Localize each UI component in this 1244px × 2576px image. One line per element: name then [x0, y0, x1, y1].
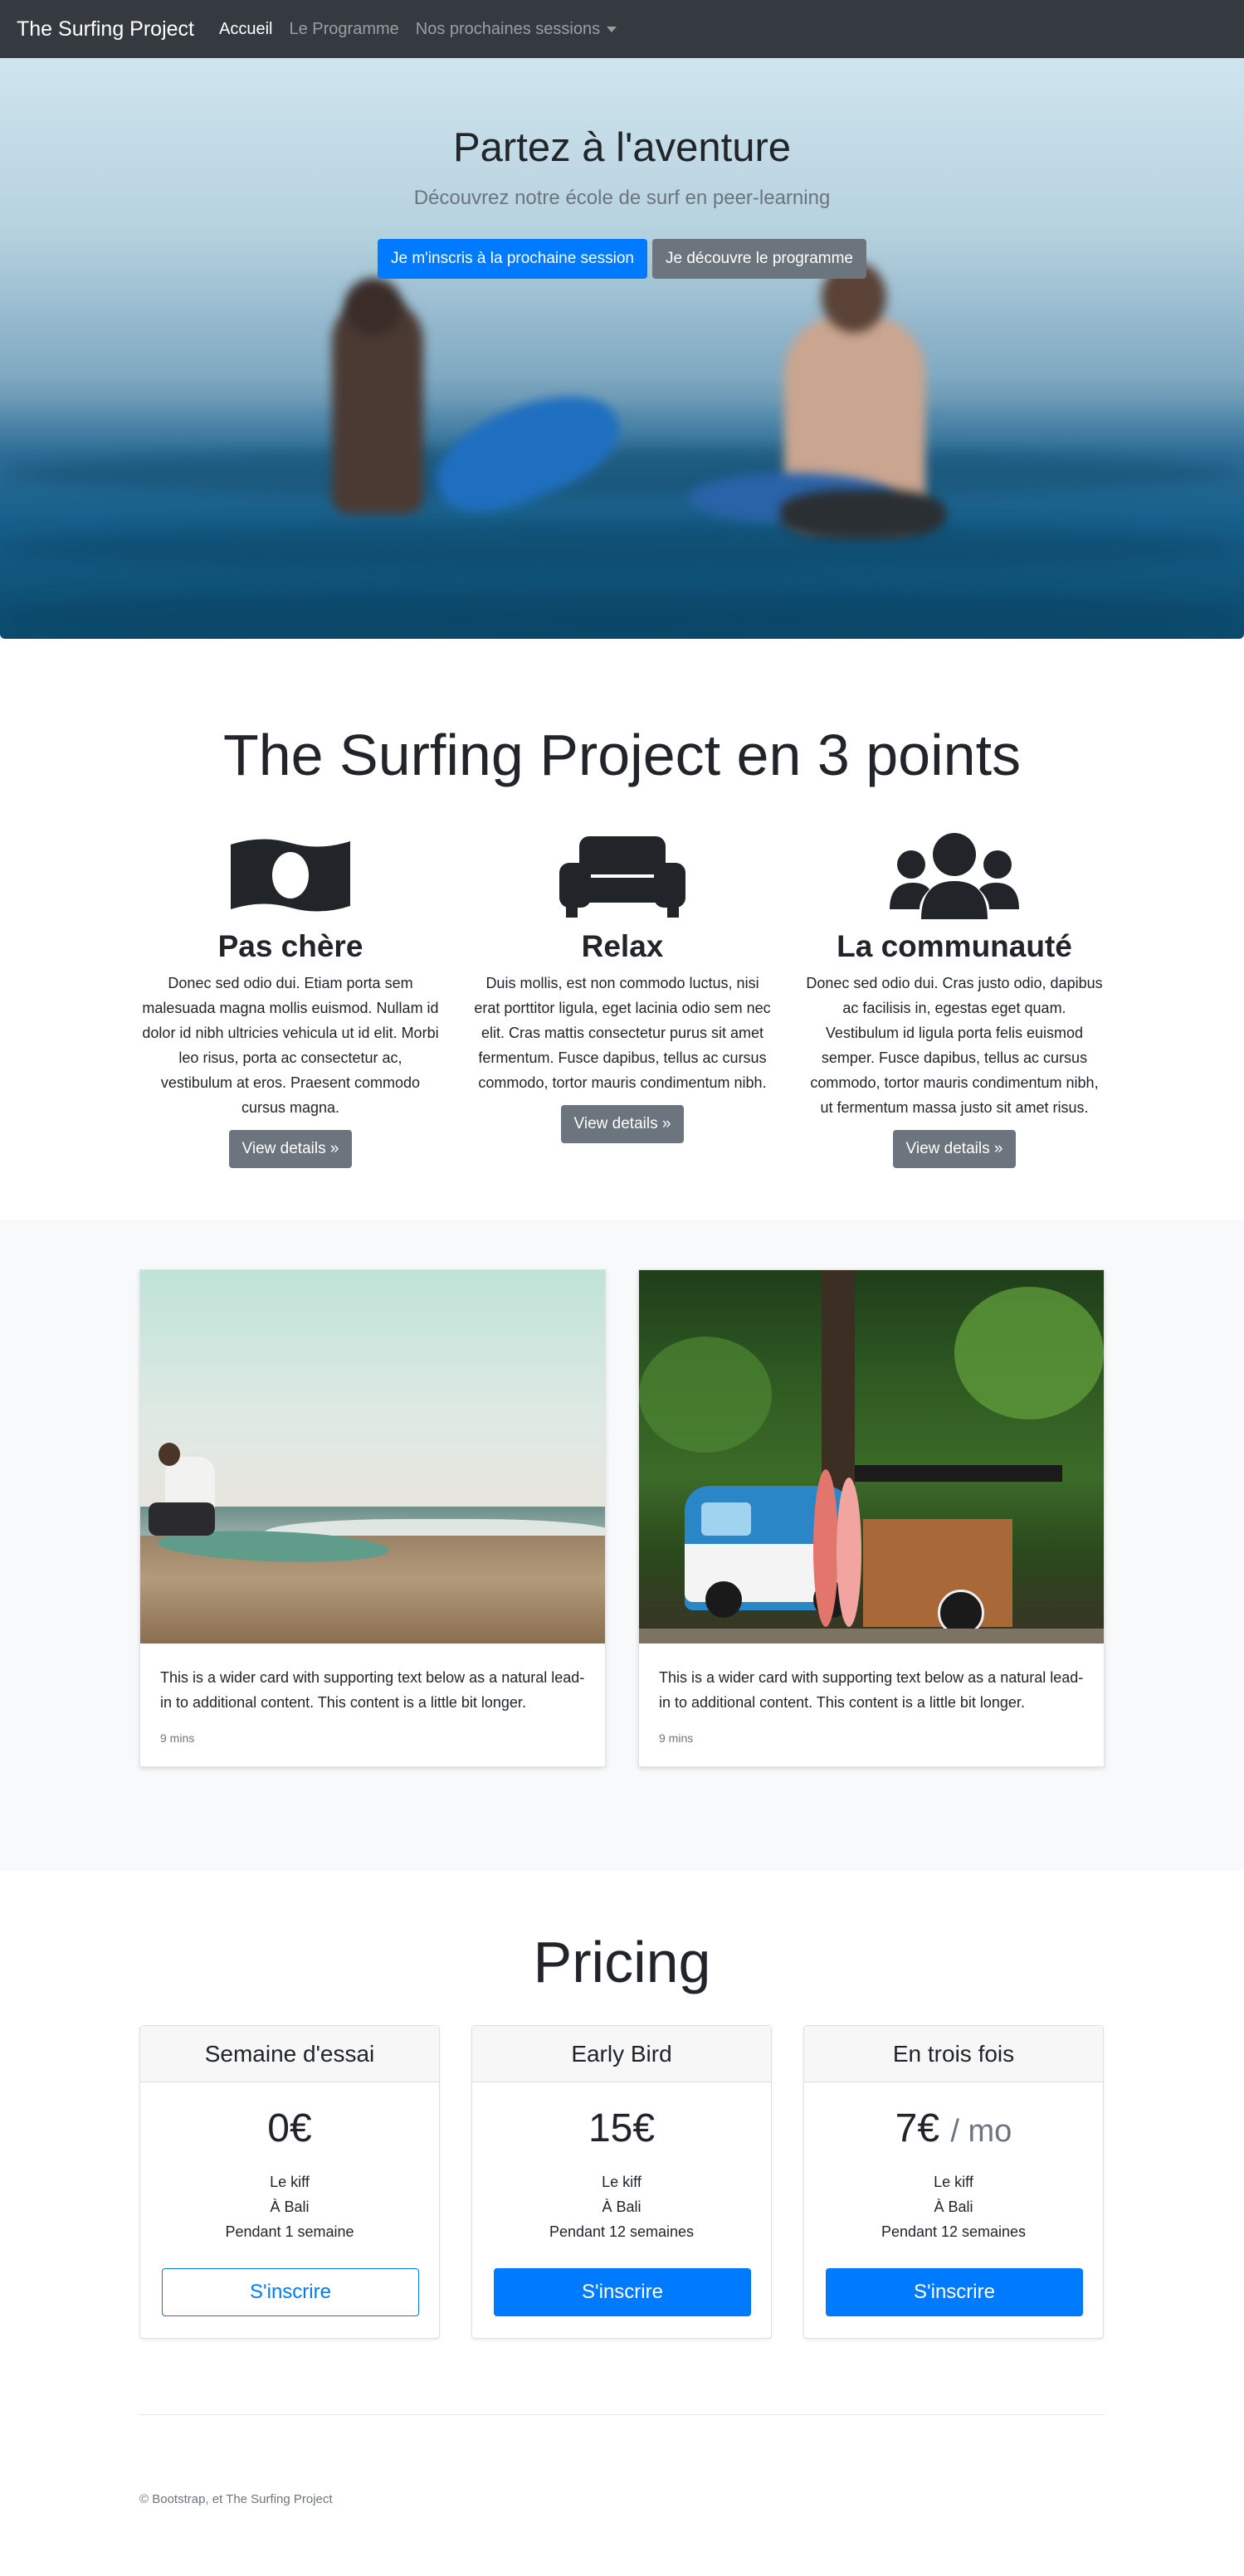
nav-link-accueil[interactable]: Accueil	[219, 20, 272, 39]
plan-price: 0€	[140, 2106, 439, 2151]
plan-name: En trois fois	[804, 2026, 1103, 2082]
card-meta: 9 mins	[659, 1731, 694, 1745]
album-card: This is a wider card with supporting tex…	[638, 1269, 1105, 1767]
signup-button[interactable]: S'inscrire	[826, 2268, 1083, 2316]
plan-price: 7€ / mo	[804, 2106, 1103, 2151]
plan-feature: À Bali	[270, 2199, 310, 2215]
nav-dropdown-sessions[interactable]: Nos prochaines sessions	[416, 20, 617, 39]
feature-text: Duis mollis, est non commodo luctus, nis…	[474, 975, 771, 1091]
album-card: This is a wider card with supporting tex…	[139, 1269, 606, 1767]
signup-next-session-button[interactable]: Je m'inscris à la prochaine session	[378, 239, 647, 279]
plan-period: / mo	[950, 2114, 1012, 2149]
couch-icon	[473, 830, 772, 921]
feature-communaute: La communauté Donec sed odio dui. Cras j…	[805, 830, 1104, 1168]
money-bill-icon	[141, 830, 440, 921]
plan-feature: Pendant 12 semaines	[549, 2223, 695, 2240]
plan-feature: Pendant 1 semaine	[225, 2223, 354, 2240]
surf-van-image	[639, 1270, 1104, 1643]
card-body: This is a wider card with supporting tex…	[639, 1643, 1104, 1766]
hero-wave	[0, 448, 1244, 498]
signup-button[interactable]: S'inscrire	[494, 2268, 751, 2316]
feature-relax: Relax Duis mollis, est non commodo luctu…	[473, 830, 772, 1143]
hero-subtitle: Découvrez notre école de surf en peer-le…	[413, 187, 831, 209]
plan-price-value: 15€	[588, 2106, 656, 2150]
card-body: This is a wider card with supporting tex…	[140, 1643, 605, 1766]
feature-text: Donec sed odio dui. Cras justo odio, dap…	[806, 975, 1103, 1116]
nav-dropdown-label: Nos prochaines sessions	[415, 19, 601, 38]
album-section: This is a wider card with supporting tex…	[0, 1220, 1244, 1871]
beach-surfer-image	[140, 1270, 605, 1643]
hero-surfer-left-head	[344, 278, 402, 336]
hero-horizon	[0, 386, 1244, 411]
plan-price-value: 7€	[895, 2106, 940, 2150]
plan-name: Early Bird	[472, 2026, 771, 2082]
features-title: The Surfing Project en 3 points	[222, 723, 1022, 787]
hero-wave	[0, 589, 1244, 639]
pricing-card-trois-fois: En trois fois 7€ / mo Le kiff À Bali Pen…	[803, 2025, 1104, 2339]
card-text: This is a wider card with supporting tex…	[160, 1669, 585, 1711]
footer-copyright: © Bootstrap, et The Surfing Project	[139, 2492, 333, 2506]
plan-feature: Le kiff	[270, 2174, 310, 2190]
feature-heading: La communauté	[837, 929, 1072, 963]
plan-features: Le kiff À Bali Pendant 12 semaines	[472, 2169, 771, 2244]
hero-banner: Partez à l'aventure Découvrez notre écol…	[0, 58, 1244, 639]
plan-feature: Le kiff	[934, 2174, 973, 2190]
footer-divider	[139, 2414, 1105, 2415]
chevron-down-icon	[607, 26, 617, 32]
card-text: This is a wider card with supporting tex…	[659, 1669, 1084, 1711]
plan-feature: À Bali	[602, 2199, 642, 2215]
card-meta: 9 mins	[160, 1731, 195, 1745]
plan-features: Le kiff À Bali Pendant 1 semaine	[140, 2169, 439, 2244]
pricing-card-early-bird: Early Bird 15€ Le kiff À Bali Pendant 12…	[471, 2025, 772, 2339]
view-details-button[interactable]: View details »	[228, 1130, 353, 1168]
plan-feature: À Bali	[934, 2199, 973, 2215]
users-icon	[805, 830, 1104, 921]
feature-text: Donec sed odio dui. Etiam porta sem male…	[142, 975, 439, 1116]
feature-pas-chere: Pas chère Donec sed odio dui. Etiam port…	[141, 830, 440, 1168]
plan-feature: Le kiff	[602, 2174, 642, 2190]
hero-wave	[0, 523, 1244, 572]
hero-title: Partez à l'aventure	[452, 125, 792, 170]
hero-surfer-right-shorts	[780, 489, 946, 539]
plan-features: Le kiff À Bali Pendant 12 semaines	[804, 2169, 1103, 2244]
pricing-card-essai: Semaine d'essai 0€ Le kiff À Bali Pendan…	[139, 2025, 440, 2339]
plan-price: 15€	[472, 2106, 771, 2151]
plan-feature: Pendant 12 semaines	[881, 2223, 1027, 2240]
signup-button[interactable]: S'inscrire	[162, 2268, 419, 2316]
plan-price-value: 0€	[267, 2106, 312, 2150]
feature-heading: Relax	[581, 929, 664, 963]
hero-buttons: Je m'inscris à la prochaine session Je d…	[0, 239, 1244, 279]
discover-program-button[interactable]: Je découvre le programme	[651, 239, 866, 279]
navbar-brand[interactable]: The Surfing Project	[17, 17, 194, 41]
feature-heading: Pas chère	[217, 929, 363, 963]
plan-name: Semaine d'essai	[140, 2026, 439, 2082]
pricing-title: Pricing	[533, 1930, 711, 1994]
nav-link-programme[interactable]: Le Programme	[289, 20, 398, 39]
view-details-button[interactable]: View details »	[892, 1130, 1017, 1168]
navbar: The Surfing Project Accueil Le Programme…	[0, 0, 1244, 58]
view-details-button[interactable]: View details »	[560, 1105, 685, 1143]
